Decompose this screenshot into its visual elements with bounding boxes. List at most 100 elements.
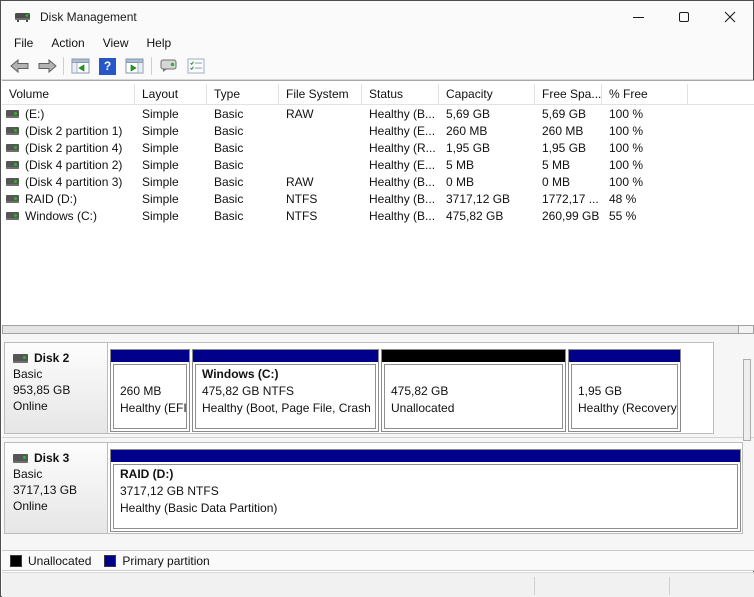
volume-row[interactable]: (Disk 2 partition 4) Simple Basic Healthy (… <box>2 139 754 156</box>
partition-color-strip <box>111 450 740 462</box>
partition-block[interactable]: RAID (D:) 3717,12 GB NTFS Healthy (Basic D… <box>110 449 741 532</box>
show-console-tree-icon <box>71 58 90 74</box>
volume-name-cell: Windows (C:) <box>2 209 135 223</box>
menu-item-file[interactable]: File <box>5 34 42 52</box>
maximize-icon <box>679 12 689 22</box>
menu-item-help[interactable]: Help <box>138 34 181 52</box>
show-action-pane-button[interactable] <box>121 54 148 78</box>
volume-cell: 475,82 GB <box>439 209 535 223</box>
horizontal-scrollbar-thumb[interactable] <box>3 326 739 333</box>
partition-size: 475,82 GB NTFS <box>202 384 295 398</box>
volume-row[interactable]: (E:) Simple Basic RAW Healthy (B... 5,69 GB 5,… <box>2 105 754 122</box>
disk-label-box[interactable]: Disk 3 Basic 3717,13 GB Online <box>5 443 108 533</box>
partition-block[interactable]: Windows (C:) 475,82 GB NTFS Healthy (Boot,… <box>192 349 379 432</box>
volume-row[interactable]: (Disk 4 partition 2) Simple Basic Healthy (… <box>2 156 754 173</box>
volume-cell: RAW <box>279 107 362 121</box>
disk-label-box[interactable]: Disk 2 Basic 953,85 GB Online <box>5 343 108 433</box>
console-window-icon <box>160 59 176 72</box>
volume-list-body: (E:) Simple Basic RAW Healthy (B... 5,69 GB 5,… <box>2 105 754 224</box>
cell-text: RAW <box>286 174 314 189</box>
cell-text: Basic <box>214 174 244 189</box>
column-header-capacity[interactable]: Capacity <box>439 84 535 104</box>
cell-text: 1,95 GB <box>542 140 587 155</box>
partition-info: Windows (C:) 475,82 GB NTFS Healthy (Boot,… <box>195 364 376 429</box>
partition-block[interactable]: 1,95 GB Healthy (Recovery <box>568 349 681 432</box>
cell-text: 5,69 GB <box>542 106 587 121</box>
volume-icon <box>6 109 19 118</box>
cell-text: Basic <box>214 157 244 172</box>
cell-text: (E:) <box>25 106 45 121</box>
disk-type: Basic <box>13 467 43 481</box>
volume-cell: Healthy (E... <box>362 158 439 172</box>
minimize-button[interactable] <box>615 1 661 33</box>
column-header-filler <box>688 84 754 104</box>
column-header-file-system[interactable]: File System <box>279 84 362 104</box>
console-window-button[interactable] <box>155 54 182 78</box>
column-header-type[interactable]: Type <box>207 84 279 104</box>
partitions-area: 260 MB Healthy (EFI Windows (C:) 475,82 GB … <box>108 343 681 433</box>
legend-label: Primary partition <box>122 553 210 568</box>
volume-row[interactable]: RAID (D:) Simple Basic NTFS Healthy (B... 371… <box>2 190 754 207</box>
volume-cell: NTFS <box>279 192 362 206</box>
partition-volume-name <box>578 366 677 383</box>
volume-row[interactable]: (Disk 2 partition 1) Simple Basic Healthy (… <box>2 122 754 139</box>
cell-text: 5 MB <box>542 157 571 172</box>
help-icon <box>99 57 116 75</box>
disk-size: 953,85 GB <box>13 383 71 397</box>
back-icon <box>9 58 28 74</box>
help-button[interactable] <box>94 54 121 78</box>
disk-size: 3717,13 GB <box>13 483 78 497</box>
volume-cell: Basic <box>207 107 279 121</box>
show-console-tree-button[interactable] <box>67 54 94 78</box>
cell-text: Healthy (R... <box>369 140 436 155</box>
volume-row[interactable]: Windows (C:) Simple Basic NTFS Healthy (B...… <box>2 207 754 224</box>
close-button[interactable] <box>707 1 753 33</box>
volume-cell: Simple <box>135 209 207 223</box>
column-header-free-spa-[interactable]: Free Spa... <box>535 84 602 104</box>
cell-text: 55 % <box>609 208 637 223</box>
column-header-status[interactable]: Status <box>362 84 439 104</box>
horizontal-scrollbar[interactable] <box>2 325 754 334</box>
partition-color-strip <box>569 350 680 362</box>
legend-item-unallocated: Unallocated <box>10 554 91 568</box>
volume-cell: 55 % <box>602 209 688 223</box>
column-header--free[interactable]: % Free <box>602 84 688 104</box>
volume-cell: Simple <box>135 107 207 121</box>
partition-size: 3717,12 GB NTFS <box>120 484 219 498</box>
cell-text: Healthy (B... <box>369 174 436 189</box>
vertical-scrollbar-thumb[interactable] <box>743 359 751 441</box>
volume-row[interactable]: (Disk 4 partition 3) Simple Basic RAW Health… <box>2 173 754 190</box>
volume-cell: RAW <box>279 175 362 189</box>
disk-drive-glyph <box>15 13 30 22</box>
status-bar-divider <box>534 577 535 595</box>
volume-list-header: Volume Layout Type File System Status Capacit… <box>2 84 754 105</box>
cell-text: (Disk 2 partition 1) <box>25 123 123 138</box>
volume-cell: 48 % <box>602 192 688 206</box>
menu-item-action[interactable]: Action <box>42 34 93 52</box>
volume-cell: 5 MB <box>439 158 535 172</box>
volume-cell: Basic <box>207 158 279 172</box>
maximize-button[interactable] <box>661 1 707 33</box>
cell-text: Healthy (B... <box>369 208 436 223</box>
properties-list-button[interactable] <box>182 54 209 78</box>
column-header-layout[interactable]: Layout <box>135 84 207 104</box>
cell-text: RAID (D:) <box>25 191 77 206</box>
disk-status: Online <box>13 499 48 513</box>
volume-cell: Simple <box>135 158 207 172</box>
partitions-area: RAID (D:) 3717,12 GB NTFS Healthy (Basic D… <box>108 443 741 533</box>
partition-size: 475,82 GB <box>391 384 449 398</box>
cell-text: 5 MB <box>446 157 475 172</box>
volume-cell: 5,69 GB <box>439 107 535 121</box>
minimize-icon <box>632 16 644 18</box>
forward-button[interactable] <box>33 54 60 78</box>
menu-item-view[interactable]: View <box>94 34 138 52</box>
disk-name-line: Disk 2 <box>13 350 107 366</box>
volume-cell: 5 MB <box>535 158 602 172</box>
partition-block[interactable]: 260 MB Healthy (EFI <box>110 349 190 432</box>
partition-block[interactable]: 475,82 GB Unallocated <box>381 349 566 432</box>
column-header-volume[interactable]: Volume <box>2 84 135 104</box>
back-button[interactable] <box>6 54 33 78</box>
partition-color-strip <box>382 350 565 362</box>
volume-cell: 1772,17 ... <box>535 192 602 206</box>
window-title: Disk Management <box>40 10 137 24</box>
